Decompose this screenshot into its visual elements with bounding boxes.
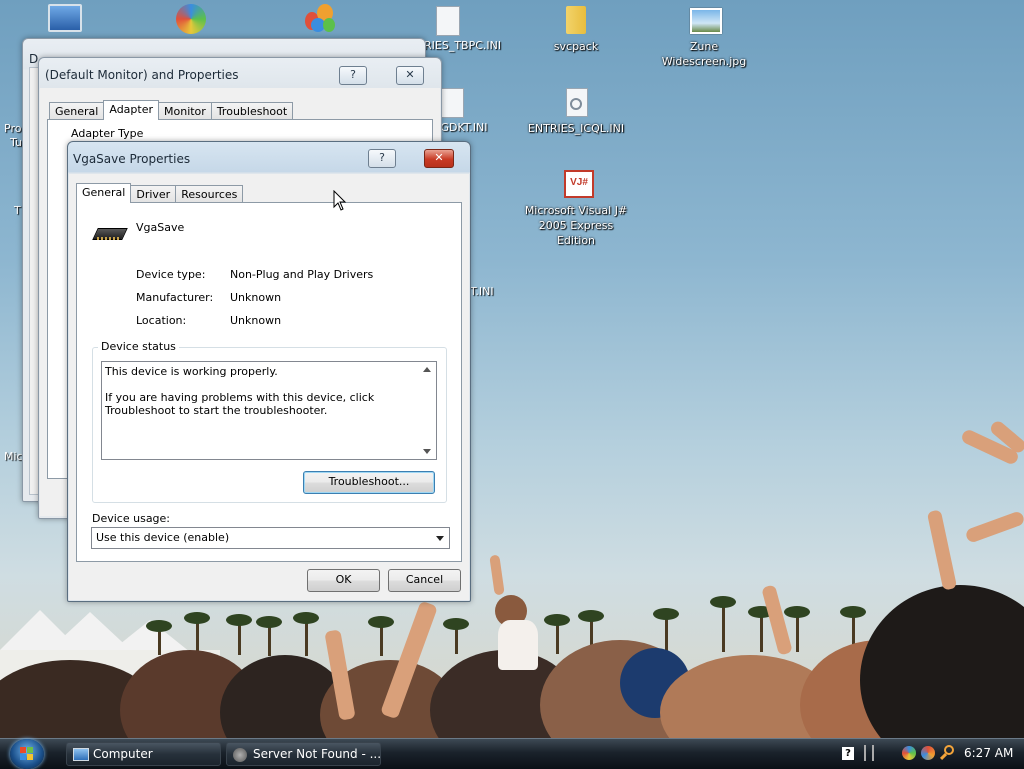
ok-button[interactable]: OK bbox=[307, 569, 380, 592]
vertical-scrollbar[interactable] bbox=[419, 362, 436, 459]
clock[interactable]: 6:27 AM bbox=[964, 746, 1013, 760]
partial-icon-label[interactable]: Pro bbox=[4, 122, 21, 135]
tab-troubleshoot[interactable]: Troubleshoot bbox=[210, 102, 294, 120]
device-name: VgaSave bbox=[136, 221, 185, 234]
tab-panel: VgaSave Device type: Non-Plug and Play D… bbox=[76, 202, 462, 562]
troubleshoot-button[interactable]: Troubleshoot... bbox=[303, 471, 435, 494]
partial-icon-label[interactable]: T bbox=[14, 204, 21, 217]
dialog-title: VgaSave Properties bbox=[73, 152, 191, 166]
desktop-icon-label: Microsoft Visual J# 2005 Express Edition bbox=[524, 204, 628, 247]
group-label: Adapter Type bbox=[71, 127, 144, 140]
tab-strip: General Adapter Monitor Troubleshoot bbox=[49, 100, 294, 120]
browser-icon[interactable] bbox=[176, 4, 206, 34]
folder-icon bbox=[560, 4, 592, 36]
chip-icon bbox=[92, 225, 128, 240]
tab-resources[interactable]: Resources bbox=[175, 185, 244, 203]
manufacturer-value: Unknown bbox=[230, 291, 282, 304]
tab-general[interactable]: General bbox=[76, 183, 132, 203]
location-value: Unknown bbox=[230, 314, 282, 327]
start-button[interactable] bbox=[10, 739, 44, 769]
device-status-label: Device status bbox=[98, 340, 179, 353]
help-button[interactable]: ? bbox=[368, 149, 396, 168]
scroll-down-arrow-icon[interactable] bbox=[423, 449, 431, 454]
partial-icon-label[interactable]: Mic bbox=[4, 450, 23, 463]
visual-jsharp-icon: VJ# bbox=[560, 168, 594, 200]
ini-file-label-t[interactable]: T.INI bbox=[470, 285, 494, 298]
close-icon: ✕ bbox=[405, 68, 415, 81]
device-usage-value: Use this device (enable) bbox=[96, 531, 230, 544]
desktop-icon-svcpack[interactable]: svcpack bbox=[521, 4, 631, 54]
back-window-title: D bbox=[29, 52, 39, 66]
messenger-tray-icon[interactable] bbox=[902, 746, 916, 760]
taskbar-item-computer[interactable]: Computer bbox=[66, 742, 221, 766]
scroll-up-arrow-icon[interactable] bbox=[423, 367, 431, 372]
device-usage-label: Device usage: bbox=[92, 512, 171, 525]
help-icon: ? bbox=[379, 151, 385, 164]
manufacturer-label: Manufacturer: bbox=[136, 291, 214, 304]
desktop-icon-label: Zune Widescreen.jpg bbox=[661, 40, 747, 68]
partial-icon-label[interactable]: Tu bbox=[10, 136, 22, 149]
taskbar-item-server-not-found[interactable]: Server Not Found - ... bbox=[226, 742, 381, 766]
tray-divider-icon bbox=[864, 745, 874, 761]
help-tray-icon[interactable]: ? bbox=[842, 747, 854, 760]
cancel-button[interactable]: Cancel bbox=[388, 569, 461, 592]
msn-butterfly-icon[interactable] bbox=[305, 4, 335, 32]
desktop-icon-entries-icql[interactable]: ENTRIES_ICQL.INI bbox=[521, 86, 631, 136]
tab-monitor[interactable]: Monitor bbox=[158, 102, 212, 120]
close-icon: ✕ bbox=[434, 151, 444, 164]
vgasave-properties-dialog[interactable]: VgaSave Properties ? ✕ General Driver Re… bbox=[67, 141, 471, 602]
device-type-value: Non-Plug and Play Drivers bbox=[230, 268, 374, 281]
close-button[interactable]: ✕ bbox=[424, 149, 454, 168]
mouse-cursor-icon bbox=[333, 190, 347, 211]
taskbar-item-label: Server Not Found - ... bbox=[253, 747, 381, 761]
ini-file-icon bbox=[560, 86, 592, 118]
desktop-icon-zune-widescreen[interactable]: Zune Widescreen.jpg bbox=[649, 4, 759, 69]
search-icon[interactable] bbox=[939, 745, 955, 761]
status-line-2: If you are having problems with this dev… bbox=[105, 391, 375, 417]
status-line-1: This device is working properly. bbox=[105, 365, 278, 378]
windows-logo-icon bbox=[20, 747, 34, 761]
taskbar-item-label: Computer bbox=[93, 747, 153, 761]
desktop-icon-visual-jsharp[interactable]: VJ# Microsoft Visual J# 2005 Express Edi… bbox=[521, 168, 631, 248]
location-label: Location: bbox=[136, 314, 187, 327]
browser-tray-icon[interactable] bbox=[921, 746, 935, 760]
computer-icon bbox=[73, 748, 89, 761]
desktop-icon-label: svcpack bbox=[553, 40, 599, 53]
ini-file-label-tbpc[interactable]: RIES_TBPC.INI bbox=[424, 39, 501, 52]
ini-file-icon[interactable] bbox=[440, 88, 464, 118]
close-button[interactable]: ✕ bbox=[396, 66, 424, 85]
device-status-textbox[interactable]: This device is working properly. If you … bbox=[101, 361, 437, 460]
tab-driver[interactable]: Driver bbox=[130, 185, 177, 203]
window-title: (Default Monitor) and Properties bbox=[45, 68, 239, 82]
device-type-label: Device type: bbox=[136, 268, 206, 281]
tab-general[interactable]: General bbox=[49, 102, 105, 120]
device-usage-dropdown[interactable]: Use this device (enable) bbox=[91, 527, 450, 549]
help-icon: ? bbox=[350, 68, 356, 81]
taskbar: Computer Server Not Found - ... ? 6:27 A… bbox=[0, 738, 1024, 769]
browser-icon bbox=[233, 748, 247, 762]
tab-adapter[interactable]: Adapter bbox=[103, 100, 159, 120]
tab-strip: General Driver Resources bbox=[76, 183, 244, 203]
desktop-icon-label: ENTRIES_ICQL.INI bbox=[527, 122, 625, 135]
computer-icon[interactable] bbox=[48, 4, 82, 32]
ini-file-icon[interactable] bbox=[436, 6, 460, 36]
chevron-down-icon bbox=[436, 536, 444, 541]
image-file-icon bbox=[688, 4, 722, 36]
help-button[interactable]: ? bbox=[339, 66, 367, 85]
